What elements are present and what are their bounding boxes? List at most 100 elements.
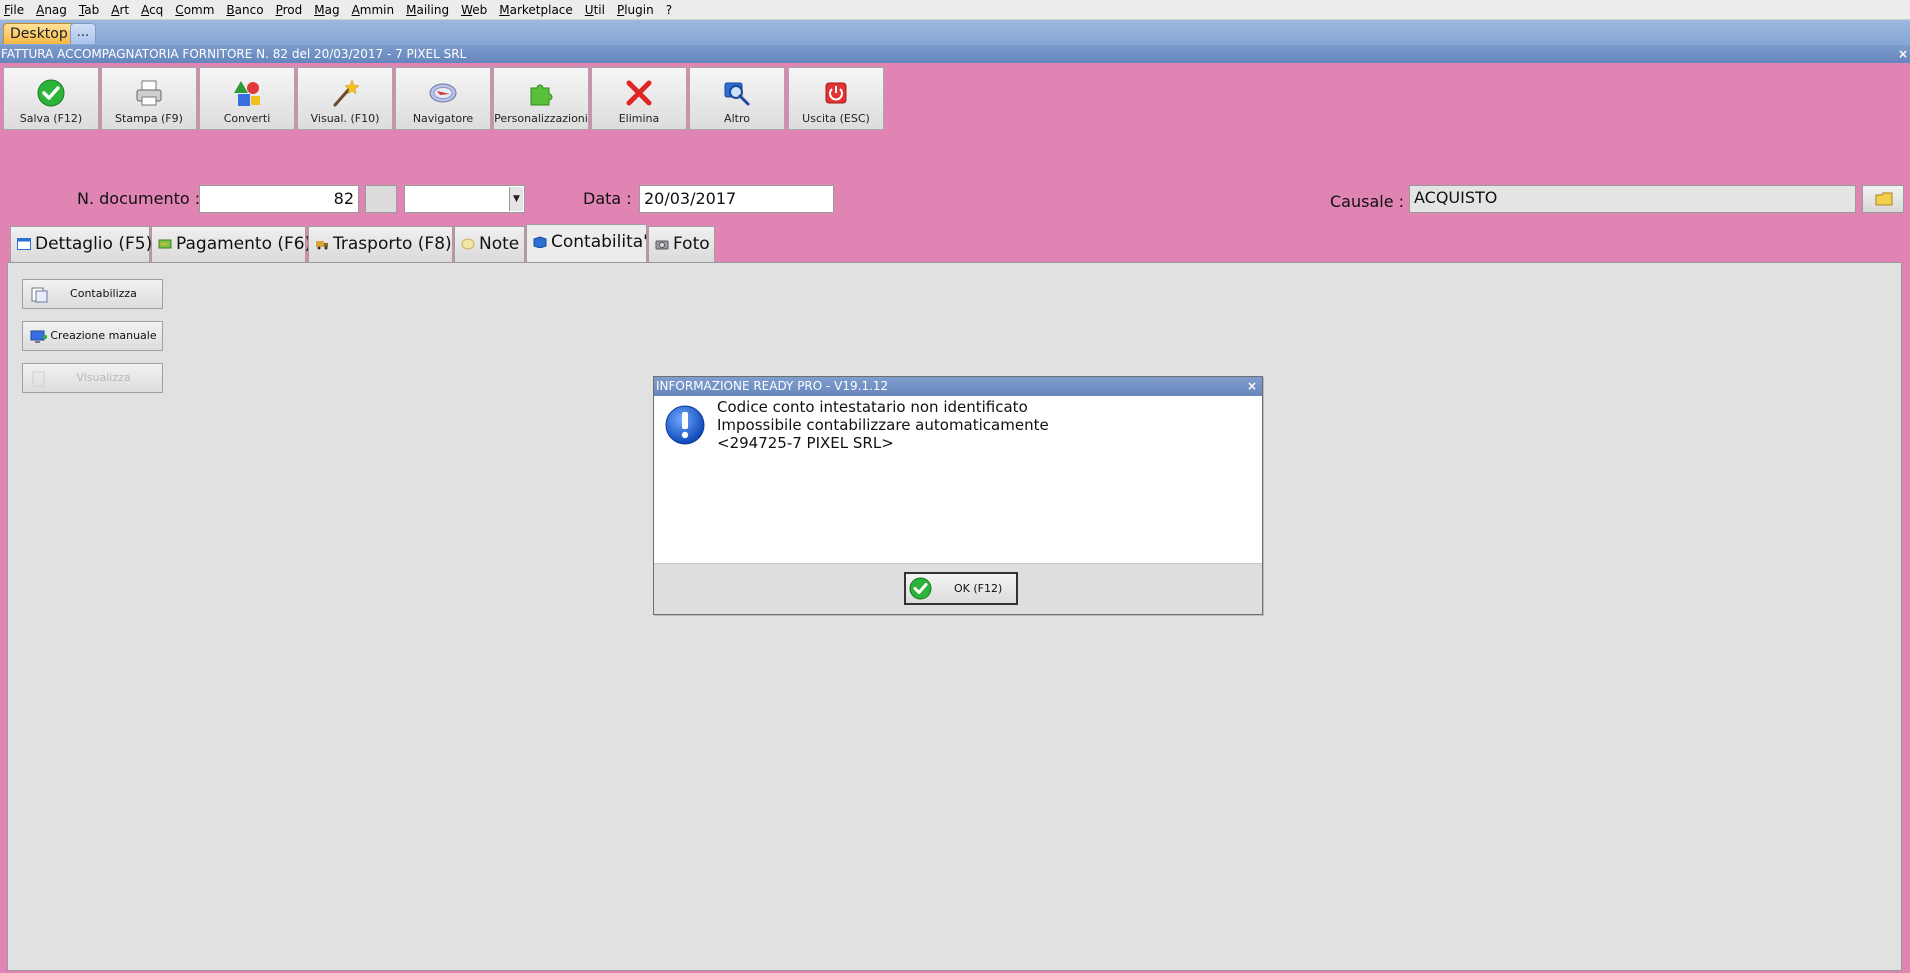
- menu-item-art[interactable]: Art: [111, 3, 129, 17]
- menu-item-label: arketplace: [509, 2, 573, 17]
- menu-item-label: ailing: [416, 2, 450, 17]
- printer-icon: [136, 80, 162, 106]
- menu-item-mailing[interactable]: Mailing: [406, 3, 449, 17]
- menu-item-label: til: [593, 2, 605, 17]
- menu-item-label: mmin: [359, 2, 395, 17]
- magic-wand-icon: [333, 79, 360, 107]
- dialog-title-bar: INFORMAZIONE READY PRO - V19.1.12 ×: [654, 377, 1262, 396]
- document-icon: [32, 371, 45, 387]
- save-button[interactable]: Salva (F12): [3, 67, 99, 130]
- view-accounting-label: Visualizza: [76, 371, 131, 384]
- delete-label: Elimina: [618, 112, 660, 125]
- view-button[interactable]: Visual. (F10): [297, 67, 393, 130]
- menu-item-tab[interactable]: Tab: [79, 3, 99, 17]
- note-icon: [461, 238, 475, 250]
- menu-item-plugin[interactable]: Plugin: [617, 3, 654, 17]
- causale-label: Causale :: [1330, 192, 1405, 211]
- accounting-panel: [7, 262, 1902, 971]
- dialog-message-line-2: Impossibile contabilizzare automaticamen…: [717, 416, 1049, 434]
- tab-transport-label: Trasporto (F8): [333, 234, 452, 254]
- menu-item-acq[interactable]: Acq: [141, 3, 163, 17]
- menu-item-prod[interactable]: Prod: [276, 3, 303, 17]
- compass-icon: [429, 83, 457, 103]
- menu-item-label: ile: [10, 2, 25, 17]
- close-icon[interactable]: ×: [1898, 45, 1908, 63]
- menu-item-label: nag: [44, 2, 67, 17]
- causale-input[interactable]: ACQUISTO: [1409, 185, 1856, 213]
- truck-icon: [316, 241, 328, 250]
- tab-detail-label: Dettaglio (F5): [35, 234, 153, 254]
- window-title: FATTURA ACCOMPAGNATORIA FORNITORE N. 82 …: [1, 47, 467, 61]
- causale-lookup-button[interactable]: [1862, 185, 1904, 213]
- chevron-down-icon[interactable]: ▼: [509, 187, 523, 211]
- dialog-message-line-1: Codice conto intestatario non identifica…: [717, 398, 1028, 416]
- menu-item-comm[interactable]: Comm: [175, 3, 214, 17]
- exit-button[interactable]: Uscita (ESC): [788, 67, 884, 130]
- menu-item-label: ag: [324, 2, 340, 17]
- menu-item-file[interactable]: File: [4, 3, 24, 17]
- document-number-label: N. documento :: [77, 189, 201, 208]
- tab-notes[interactable]: Note: [454, 226, 525, 262]
- view-accounting-button[interactable]: Visualizza: [22, 363, 163, 393]
- print-button[interactable]: Stampa (F9): [101, 67, 197, 130]
- tab-photo-label: Foto: [673, 234, 710, 254]
- ok-button[interactable]: OK (F12): [904, 572, 1018, 605]
- document-number-extra-button[interactable]: [365, 185, 397, 213]
- date-label: Data :: [583, 189, 632, 208]
- delete-x-icon: [626, 80, 652, 106]
- menu-item-label: eb: [472, 2, 488, 17]
- menu-item-label: cq: [149, 2, 164, 17]
- menu-item-anag[interactable]: Anag: [36, 3, 67, 17]
- tab-transport[interactable]: Trasporto (F8): [308, 226, 453, 262]
- desktop-tab-strip: Desktop ...: [0, 20, 1910, 45]
- menu-item-label: omm: [183, 2, 215, 17]
- document-series-select[interactable]: ▼: [404, 185, 525, 213]
- camera-icon: [655, 240, 669, 250]
- folder-icon: [1875, 192, 1893, 206]
- menu-item-accelerator: A: [351, 2, 360, 17]
- other-button[interactable]: Altro: [689, 67, 785, 130]
- tab-detail[interactable]: Dettaglio (F5): [10, 226, 153, 262]
- check-icon: [909, 577, 932, 600]
- delete-button[interactable]: Elimina: [591, 67, 687, 130]
- menu-item-accelerator: A: [141, 2, 150, 17]
- menu-item-label: rt: [119, 2, 130, 17]
- print-label: Stampa (F9): [115, 112, 183, 125]
- customize-label: Personalizzazioni: [494, 112, 588, 125]
- tab-accounting[interactable]: Contabilita': [526, 224, 648, 262]
- add-screen-icon: [30, 330, 47, 343]
- check-icon: [37, 79, 65, 107]
- convert-label: Converti: [223, 112, 271, 125]
- menu-item-banco[interactable]: Banco: [226, 3, 263, 17]
- tab-photo[interactable]: Foto: [648, 226, 715, 262]
- tab-desktop[interactable]: Desktop: [3, 23, 75, 44]
- menu-item-accelerator: M: [406, 2, 417, 17]
- document-number-input[interactable]: 82: [199, 185, 359, 213]
- post-button[interactable]: Contabilizza: [22, 279, 163, 309]
- convert-button[interactable]: Converti: [199, 67, 295, 130]
- navigator-button[interactable]: Navigatore: [395, 67, 491, 130]
- payment-icon: [158, 239, 172, 249]
- menu-item-ammin[interactable]: Ammin: [352, 3, 395, 17]
- customize-button[interactable]: Personalizzazioni: [493, 67, 589, 130]
- tab-payment[interactable]: Pagamento (F6): [151, 226, 311, 262]
- post-label: Contabilizza: [70, 287, 137, 300]
- ledger-icon: [533, 236, 547, 248]
- menu-item-marketplace[interactable]: Marketplace: [499, 3, 573, 17]
- menu-item-mag[interactable]: Mag: [314, 3, 339, 17]
- menu-item-web[interactable]: Web: [461, 3, 487, 17]
- search-icon: [724, 82, 750, 106]
- tab-payment-label: Pagamento (F6): [176, 234, 312, 254]
- tab-notes-label: Note: [479, 234, 520, 254]
- menu-item-util[interactable]: Util: [585, 3, 605, 17]
- manual-entry-button[interactable]: Creazione manuale: [22, 321, 163, 351]
- close-icon[interactable]: ×: [1247, 377, 1257, 396]
- menu-item-help[interactable]: ?: [666, 3, 672, 17]
- tab-more[interactable]: ...: [70, 23, 96, 44]
- puzzle-icon: [530, 84, 553, 106]
- shapes-icon: [234, 81, 260, 106]
- date-input[interactable]: 20/03/2017: [639, 185, 834, 213]
- navigator-label: Navigatore: [412, 112, 474, 125]
- save-label: Salva (F12): [19, 112, 83, 125]
- ok-label: OK (F12): [954, 582, 1003, 595]
